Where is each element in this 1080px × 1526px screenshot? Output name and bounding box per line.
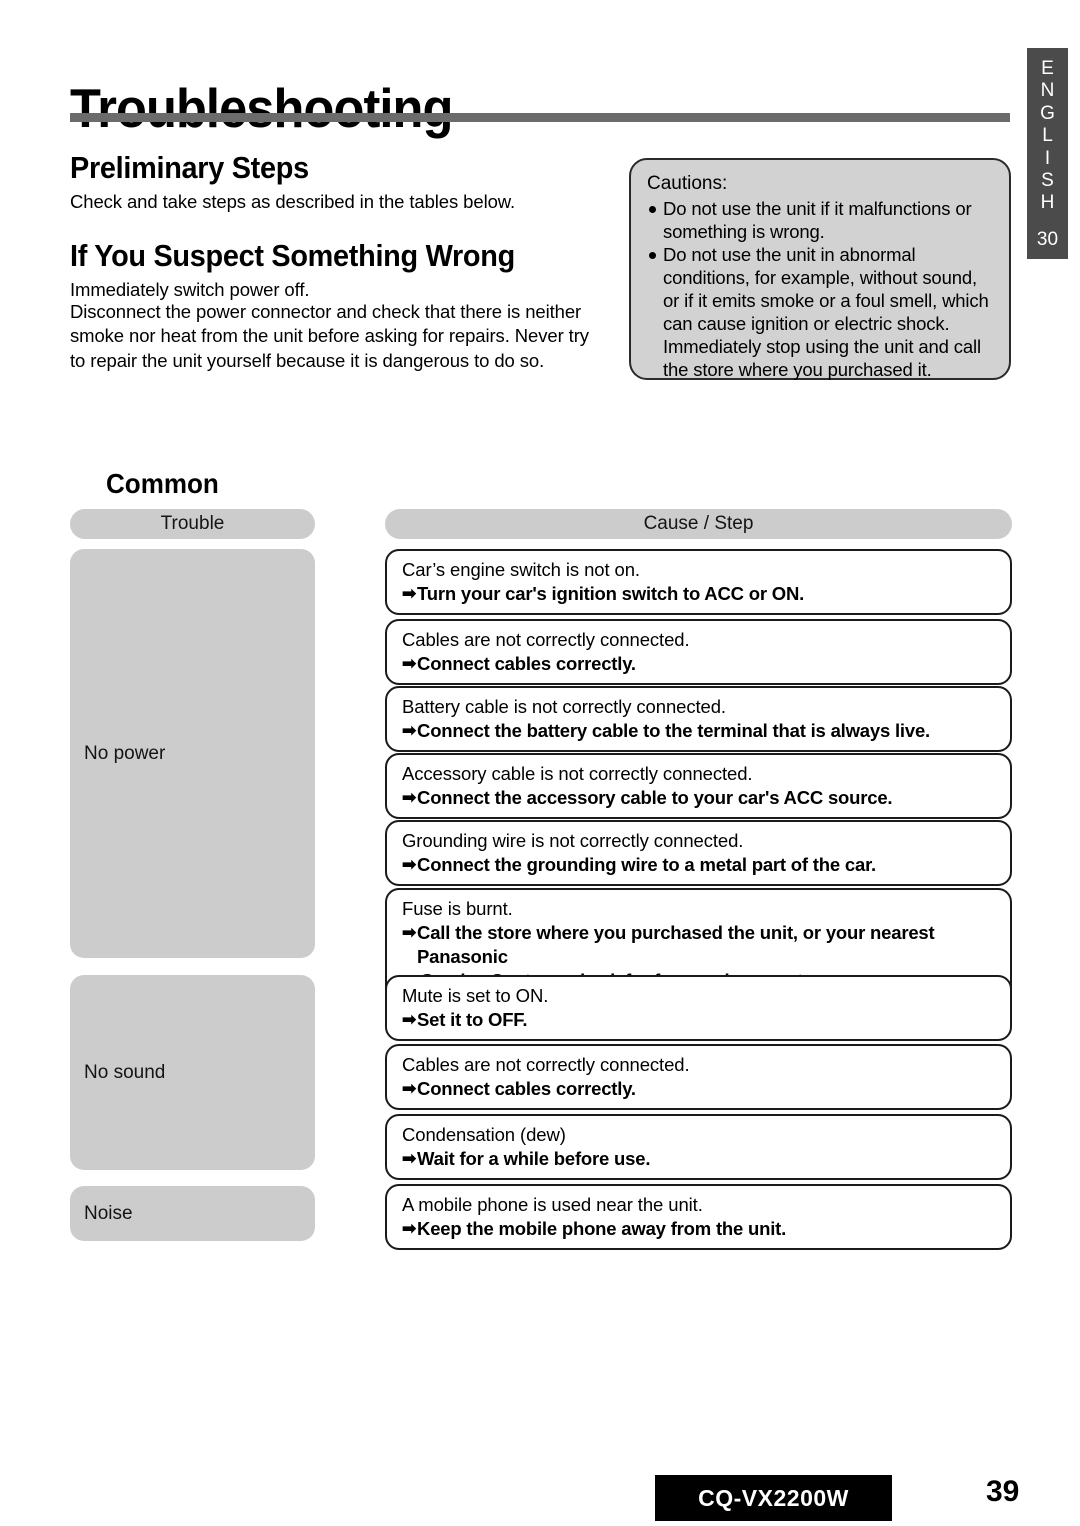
step-text: Connect the battery cable to the termina…: [417, 720, 930, 742]
cautions-item: Do not use the unit if it malfunctions o…: [647, 197, 995, 243]
cause-text: Car’s engine switch is not on.: [402, 559, 640, 580]
step-text: Turn your car's ignition switch to ACC o…: [417, 583, 805, 605]
suspect-body: Disconnect the power connector and check…: [70, 301, 589, 371]
arrow-right-icon: ➡: [402, 654, 417, 674]
cause-text: Cables are not correctly connected.: [402, 1054, 690, 1075]
step-line: ➡ Call the store where you purchased the…: [402, 921, 1000, 969]
step-text: Connect cables correctly.: [417, 653, 636, 675]
cause-step-row: Cables are not correctly connected. ➡ Co…: [385, 1044, 1012, 1111]
arrow-right-icon: ➡: [402, 1010, 417, 1030]
section-heading-common: Common: [106, 468, 219, 499]
arrow-right-icon: ➡: [402, 1149, 417, 1169]
step-text: Connect the accessory cable to your car'…: [417, 787, 893, 809]
cause-step-row: Mute is set to ON. ➡ Set it to OFF.: [385, 975, 1012, 1042]
step-text: Call the store where you purchased the u…: [417, 922, 935, 968]
step-text: Set it to OFF.: [417, 1009, 528, 1031]
cause-text: Battery cable is not correctly connected…: [402, 696, 726, 717]
cautions-title: Cautions:: [647, 173, 728, 194]
cause-text: Mute is set to ON.: [402, 985, 549, 1006]
preliminary-steps-body: Check and take steps as described in the…: [70, 191, 516, 212]
cause-step-row: Condensation (dew) ➡ Wait for a while be…: [385, 1114, 1012, 1181]
trouble-group-no-sound: No sound: [70, 975, 315, 1170]
column-header-trouble: Trouble: [70, 509, 315, 539]
trouble-group-noise: Noise: [70, 1186, 315, 1241]
cautions-list: Do not use the unit if it malfunctions o…: [647, 197, 995, 381]
language-letter: N: [1040, 80, 1055, 102]
column-header-cause-step: Cause / Step: [385, 509, 1012, 539]
language-letter: E: [1041, 58, 1054, 79]
step-text: Connect cables correctly.: [417, 1078, 636, 1100]
trouble-group-label: No power: [84, 742, 166, 764]
page-number: 39: [986, 1475, 1020, 1508]
model-number-bar: CQ-VX2200W: [655, 1475, 892, 1521]
title-divider: [70, 113, 1010, 122]
language-tab-letters: E N G L I S H: [1040, 58, 1055, 215]
section-heading-suspect-something-wrong: If You Suspect Something Wrong: [70, 238, 515, 273]
cause-step-row: Cables are not correctly connected. ➡ Co…: [385, 619, 1012, 686]
cause-text: Accessory cable is not correctly connect…: [402, 763, 753, 784]
step-line: ➡ Connect the battery cable to the termi…: [402, 719, 1000, 743]
language-tab-number: 30: [1036, 228, 1059, 250]
step-line: ➡ Connect cables correctly.: [402, 1077, 1000, 1101]
cause-text: Condensation (dew): [402, 1124, 566, 1145]
arrow-right-icon: ➡: [402, 1079, 417, 1099]
step-line: ➡ Turn your car's ignition switch to ACC…: [402, 582, 1000, 606]
cause-text: Cables are not correctly connected.: [402, 629, 690, 650]
language-letter: G: [1040, 102, 1055, 124]
trouble-group-no-power: No power: [70, 549, 315, 958]
cautions-item: Do not use the unit in abnormal conditio…: [647, 243, 995, 381]
arrow-right-icon: ➡: [402, 721, 417, 741]
step-text: Wait for a while before use.: [417, 1148, 651, 1170]
arrow-right-icon: ➡: [402, 584, 417, 604]
cause-step-row: Accessory cable is not correctly connect…: [385, 753, 1012, 820]
cause-text: Grounding wire is not correctly connecte…: [402, 830, 744, 851]
cause-step-row: Battery cable is not correctly connected…: [385, 686, 1012, 753]
language-letter: L: [1042, 125, 1053, 147]
arrow-right-icon: ➡: [402, 855, 417, 875]
cause-step-row: Car’s engine switch is not on. ➡ Turn yo…: [385, 549, 1012, 616]
cautions-box: Cautions: Do not use the unit if it malf…: [629, 158, 1011, 380]
cause-text: Fuse is burnt.: [402, 898, 513, 919]
language-letter: S: [1041, 170, 1054, 192]
step-line: ➡ Connect the grounding wire to a metal …: [402, 853, 1000, 877]
step-line: ➡ Keep the mobile phone away from the un…: [402, 1217, 1000, 1241]
cause-step-row: A mobile phone is used near the unit. ➡ …: [385, 1184, 1012, 1251]
cause-text: A mobile phone is used near the unit.: [402, 1194, 703, 1215]
language-letter: I: [1044, 147, 1051, 169]
language-letter: H: [1040, 192, 1055, 214]
arrow-right-icon: ➡: [402, 1219, 417, 1239]
arrow-right-icon: ➡: [402, 788, 417, 808]
step-line: ➡ Wait for a while before use.: [402, 1147, 1000, 1171]
trouble-group-label: Noise: [84, 1202, 133, 1224]
page-title: Troubleshooting: [70, 76, 453, 139]
step-line: ➡ Set it to OFF.: [402, 1008, 1000, 1032]
language-tab: E N G L I S H 30: [1027, 48, 1068, 259]
trouble-group-label: No sound: [84, 1061, 166, 1083]
step-text: Keep the mobile phone away from the unit…: [417, 1218, 787, 1240]
section-heading-preliminary-steps: Preliminary Steps: [70, 150, 309, 185]
arrow-right-icon: ➡: [402, 923, 417, 943]
suspect-line-one: Immediately switch power off.: [70, 279, 310, 300]
step-text: Connect the grounding wire to a metal pa…: [417, 854, 876, 876]
step-line: ➡ Connect the accessory cable to your ca…: [402, 786, 1000, 810]
step-line: ➡ Connect cables correctly.: [402, 652, 1000, 676]
cause-step-row: Grounding wire is not correctly connecte…: [385, 820, 1012, 887]
